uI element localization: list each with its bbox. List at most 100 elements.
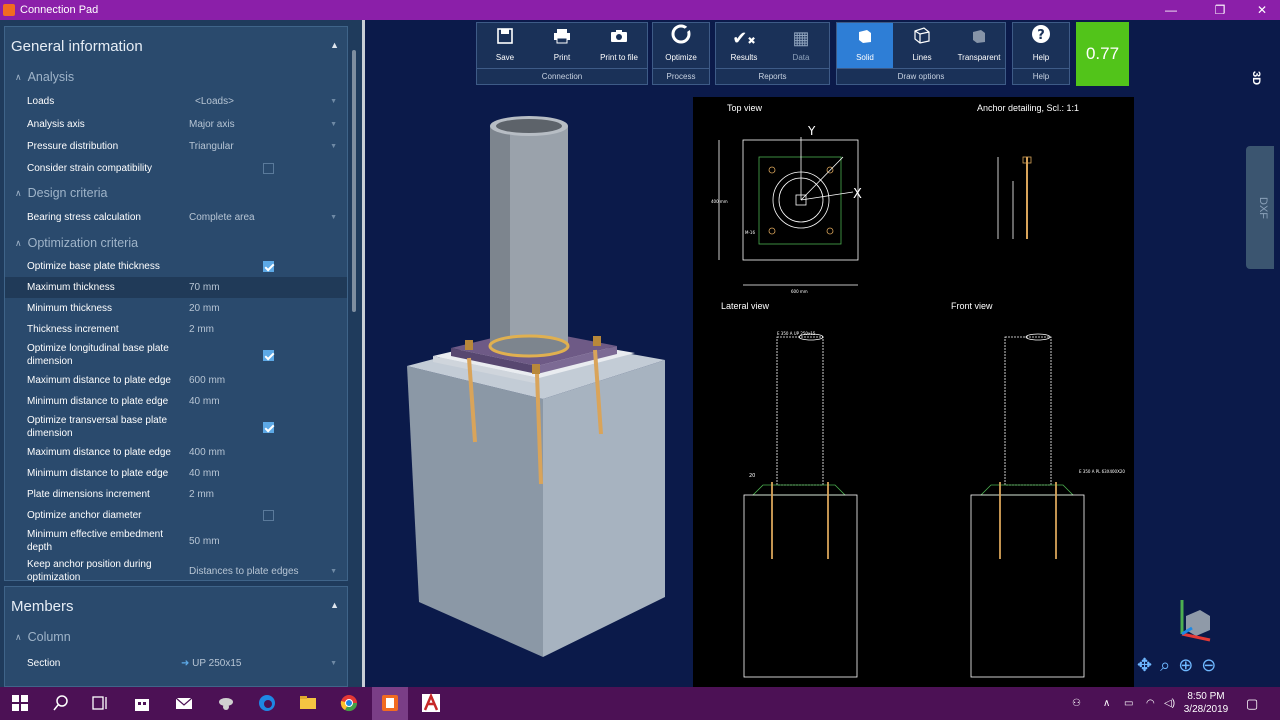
zoom-window-icon[interactable]: ⌕ — [1160, 655, 1170, 683]
row-minimum-thickness[interactable]: Minimum thickness 20 mm — [5, 298, 347, 319]
lateral-view-drawing — [743, 333, 858, 678]
print-to-file-button[interactable]: Print to file — [591, 23, 647, 69]
volume-icon[interactable]: ◁) — [1164, 687, 1175, 720]
chevron-up-icon: ∧ — [15, 71, 22, 82]
row-max-distance-trans[interactable]: Maximum distance to plate edge 400 mm — [5, 442, 347, 463]
row-pressure-distribution[interactable]: Pressure distribution Triangular ▼ — [5, 135, 347, 157]
arrow-right-icon: ➜ — [181, 657, 193, 669]
view-navigation-tools: ✥ ⌕ ⊕ ⊖ — [1137, 655, 1267, 683]
print-button[interactable]: Print — [534, 23, 590, 69]
title-bar: Connection Pad — ❐ ✕ — [0, 0, 1280, 20]
optimize-anchor-diameter-checkbox[interactable] — [263, 510, 274, 521]
wireframe-cube-icon — [894, 23, 950, 53]
row-optimize-thickness[interactable]: Optimize base plate thickness — [5, 255, 347, 277]
connection-pad-icon[interactable] — [380, 693, 400, 713]
panel-scrollbar[interactable] — [352, 50, 356, 312]
results-button[interactable]: ✔✖ Results — [716, 23, 772, 69]
solid-button[interactable]: Solid — [837, 23, 893, 69]
toolbar-group-process: Optimize Process — [652, 22, 710, 85]
minimize-button[interactable]: — — [1154, 0, 1188, 20]
window-title: Connection Pad — [20, 4, 99, 16]
save-button[interactable]: Save — [477, 23, 533, 69]
pan-icon[interactable]: ✥ — [1137, 655, 1152, 683]
row-thickness-increment[interactable]: Thickness increment 2 mm — [5, 319, 347, 340]
dxf-tab[interactable]: DXF — [1246, 146, 1274, 269]
task-view-icon[interactable] — [90, 693, 110, 713]
viewport[interactable]: Save Print Print to file Connection Opti… — [365, 20, 1280, 688]
store-icon[interactable] — [132, 693, 152, 713]
help-button[interactable]: ? Help — [1013, 23, 1069, 69]
group-column[interactable]: ∧ Column — [5, 625, 347, 649]
properties-panel: General information ▲ ∧ Analysis Loads <Lo… — [0, 20, 362, 687]
row-optimize-longitudinal[interactable]: Optimize longitudinal base plate dimensi… — [5, 340, 347, 370]
row-strain-compatibility[interactable]: Consider strain compatibility — [5, 157, 347, 179]
row-loads[interactable]: Loads <Loads> ▼ — [5, 89, 347, 113]
battery-icon[interactable]: ▭ — [1124, 687, 1133, 720]
row-min-distance-long[interactable]: Minimum distance to plate edge 40 mm — [5, 391, 347, 412]
transparent-button[interactable]: Transparent — [951, 23, 1007, 69]
row-section[interactable]: Section ➜ UP 250x15 ▼ — [5, 649, 347, 677]
row-keep-anchor-position[interactable]: Keep anchor position during optimization… — [5, 556, 347, 586]
camera-icon — [591, 23, 647, 53]
view-mode-3d-label: 3D — [1250, 70, 1263, 86]
row-min-distance-trans[interactable]: Minimum distance to plate edge 40 mm — [5, 463, 347, 484]
front-view-drawing — [970, 333, 1085, 678]
windows-start-icon[interactable] — [10, 693, 30, 713]
top-view-drawing — [718, 137, 859, 286]
row-bearing-stress[interactable]: Bearing stress calculation Complete area ▼ — [5, 205, 347, 229]
group-design-criteria[interactable]: ∧ Design criteria — [5, 181, 347, 205]
toolbar-group-connection: Save Print Print to file Connection — [476, 22, 648, 85]
mail-icon[interactable] — [174, 693, 194, 713]
row-optimize-transversal[interactable]: Optimize transversal base plate dimensio… — [5, 412, 347, 442]
3d-model-view[interactable] — [403, 112, 673, 662]
row-maximum-thickness[interactable]: Maximum thickness 70 mm — [5, 277, 347, 298]
wifi-icon[interactable]: ◠ — [1146, 687, 1155, 720]
clock[interactable]: 8:50 PM 3/28/2019 — [1180, 690, 1232, 716]
axis-y-label: Y — [807, 124, 816, 138]
chrome-icon[interactable] — [339, 693, 359, 713]
row-analysis-axis[interactable]: Analysis axis Major axis ▼ — [5, 113, 347, 135]
file-explorer-icon[interactable] — [298, 693, 318, 713]
dropdown-arrow-icon[interactable]: ▼ — [330, 121, 337, 128]
row-min-embedment-depth[interactable]: Minimum effective embedment depth 50 mm — [5, 526, 347, 556]
search-icon[interactable] — [51, 693, 71, 713]
maximize-button[interactable]: ❐ — [1203, 0, 1237, 20]
dropdown-arrow-icon[interactable]: ▼ — [330, 660, 337, 667]
dropdown-arrow-icon[interactable]: ▼ — [330, 98, 337, 105]
autocad-icon[interactable] — [421, 693, 441, 713]
optimize-thickness-checkbox[interactable] — [263, 260, 274, 272]
toolbar-group-draw-options: Solid Lines Transparent Draw options — [836, 22, 1006, 85]
members-header[interactable]: Members ▲ — [5, 587, 347, 625]
general-information-header[interactable]: General information ▲ — [5, 27, 347, 65]
save-icon — [477, 23, 533, 53]
general-information-section: General information ▲ ∧ Analysis Loads <Lo… — [4, 26, 348, 583]
people-icon[interactable]: ⚇ — [1072, 687, 1081, 720]
front-section-label: E 350 A PL 63X400X20 — [1079, 469, 1125, 474]
row-plate-dimensions-increment[interactable]: Plate dimensions increment 2 mm — [5, 484, 347, 505]
zoom-out-icon[interactable]: ⊖ — [1201, 655, 1216, 683]
tray-chevron-up-icon[interactable]: ∧ — [1103, 687, 1110, 720]
check-cross-icon: ✔✖ — [732, 28, 756, 48]
row-optimize-anchor-diameter[interactable]: Optimize anchor diameter — [5, 505, 347, 526]
optimize-longitudinal-checkbox[interactable] — [263, 349, 274, 361]
group-optimization-criteria[interactable]: ∧ Optimization criteria — [5, 231, 347, 255]
lines-button[interactable]: Lines — [894, 23, 950, 69]
drawing-panel[interactable]: Top view Anchor detailing, Scl.: 1:1 Lat… — [693, 97, 1134, 688]
row-max-distance-long[interactable]: Maximum distance to plate edge 600 mm — [5, 370, 347, 391]
data-button[interactable]: ▦ Data — [773, 23, 829, 69]
edge-icon[interactable] — [257, 693, 277, 713]
group-analysis[interactable]: ∧ Analysis — [5, 65, 347, 89]
collapse-up-icon[interactable]: ▲ — [330, 40, 339, 50]
optimize-button[interactable]: Optimize — [653, 23, 709, 69]
app-cloud-icon[interactable] — [216, 693, 236, 713]
dropdown-arrow-icon[interactable]: ▼ — [330, 214, 337, 221]
close-button[interactable]: ✕ — [1245, 0, 1279, 20]
strain-compatibility-checkbox[interactable] — [263, 162, 274, 174]
dropdown-arrow-icon[interactable]: ▼ — [330, 143, 337, 150]
collapse-up-icon[interactable]: ▲ — [330, 600, 339, 610]
zoom-in-icon[interactable]: ⊕ — [1178, 655, 1193, 683]
notification-icon[interactable]: ▢ — [1246, 687, 1258, 720]
windows-taskbar: ⚇ ∧ ▭ ◠ ◁) 8:50 PM 3/28/2019 ▢ — [0, 687, 1280, 720]
dropdown-arrow-icon[interactable]: ▼ — [330, 568, 337, 575]
optimize-transversal-checkbox[interactable] — [263, 421, 274, 433]
